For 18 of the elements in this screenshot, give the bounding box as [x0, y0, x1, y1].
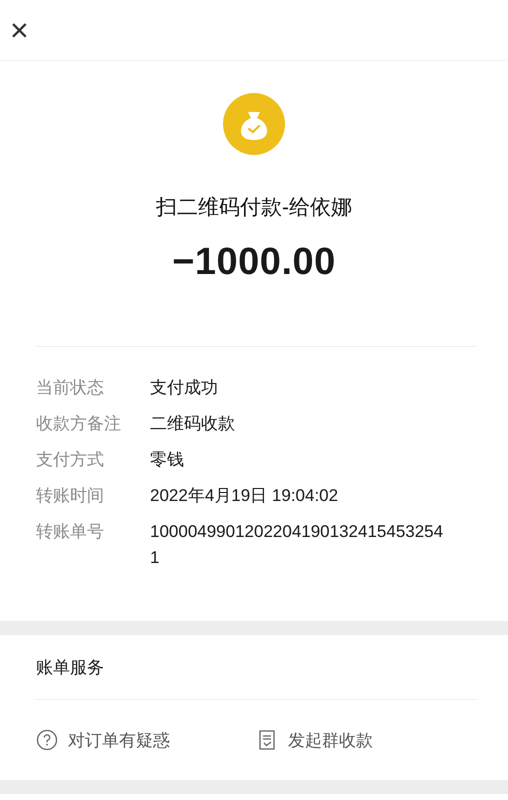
- payment-amount: −1000.00: [172, 241, 336, 284]
- money-bag-icon: [222, 92, 286, 156]
- detail-value: 支付成功: [150, 377, 219, 399]
- detail-label: 当前状态: [36, 377, 105, 399]
- detail-value: 10000499012022041901324154532541: [150, 521, 444, 569]
- payment-title: 扫二维码付款-给依娜: [156, 195, 352, 221]
- detail-label: 转账单号: [36, 521, 105, 543]
- detail-value: 零钱: [150, 449, 185, 471]
- detail-label: 转账时间: [36, 485, 105, 507]
- service-link[interactable]: 对订单有疑惑: [36, 728, 256, 752]
- close-button[interactable]: ×: [8, 14, 31, 46]
- service-link[interactable]: 发起群收款: [256, 728, 476, 752]
- detail-value: 二维码收款: [150, 413, 236, 435]
- detail-label: 收款方备注: [36, 413, 122, 435]
- detail-value: 2022年4月19日 19:04:02: [150, 485, 340, 507]
- detail-label: 支付方式: [36, 449, 105, 471]
- help-icon: [36, 729, 58, 751]
- section-title: 账单服务: [36, 635, 476, 700]
